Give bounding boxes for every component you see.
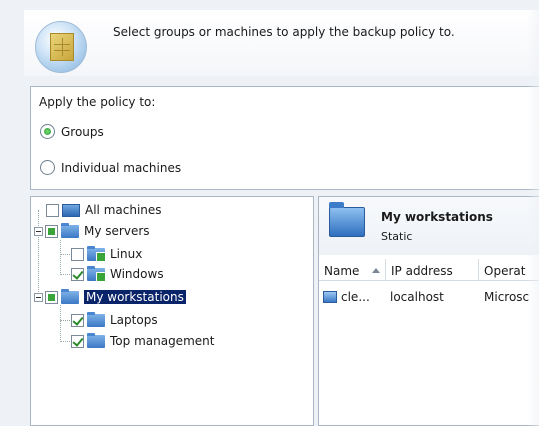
tree-item-windows[interactable]: Windows <box>71 265 164 283</box>
tree-connector <box>60 320 70 321</box>
radio-individual-machines-label: Individual machines <box>61 160 182 175</box>
radio-individual-machines-button[interactable] <box>40 160 55 175</box>
tree-item-label: Top management <box>110 334 215 348</box>
radio-groups[interactable]: Groups <box>40 124 104 139</box>
machine-icon <box>323 291 337 303</box>
folder-icon <box>61 288 79 304</box>
tree-item-label: My servers <box>84 224 150 238</box>
folder-icon <box>87 311 105 327</box>
column-divider[interactable] <box>385 259 386 281</box>
tree-connector <box>60 305 61 342</box>
column-header-name[interactable]: Name <box>324 264 359 278</box>
column-header-os[interactable]: Operat <box>484 264 525 278</box>
tree-item-my-servers[interactable]: My servers <box>34 222 150 240</box>
collapse-toggle-icon[interactable] <box>34 226 43 236</box>
collapse-toggle-icon[interactable] <box>34 292 43 302</box>
group-title: My workstations <box>381 210 493 224</box>
tree-item-all-machines[interactable]: All machines <box>46 201 162 219</box>
tree-item-label: All machines <box>85 203 162 217</box>
column-divider[interactable] <box>478 259 479 281</box>
column-header-ip[interactable]: IP address <box>391 264 453 278</box>
header-instruction: Select groups or machines to apply the b… <box>113 25 455 39</box>
tree-item-my-workstations[interactable]: My workstations <box>34 288 186 306</box>
folder-icon <box>87 332 105 348</box>
tree-checkbox[interactable] <box>71 247 84 261</box>
dynamic-group-icon <box>87 245 106 262</box>
tree-item-label: Laptops <box>110 313 158 327</box>
tree-connector <box>60 274 70 275</box>
all-machines-icon <box>62 203 80 217</box>
folder-icon <box>329 202 365 237</box>
apply-policy-label: Apply the policy to: <box>39 95 156 109</box>
tree-checkbox[interactable] <box>45 224 58 238</box>
tree-item-label: Windows <box>110 267 164 281</box>
tree-checkbox[interactable] <box>71 267 84 281</box>
tree-connector <box>60 254 70 255</box>
tree-checkbox[interactable] <box>71 313 84 327</box>
radio-individual-machines[interactable]: Individual machines <box>40 160 181 175</box>
radio-groups-label: Groups <box>61 124 104 139</box>
tree-item-label: My workstations <box>84 290 186 304</box>
tree-checkbox[interactable] <box>71 334 84 348</box>
sort-ascending-icon[interactable] <box>372 268 380 273</box>
tree-item-label: Linux <box>110 247 143 261</box>
wizard-header <box>24 10 539 76</box>
tree-connector <box>60 240 61 275</box>
tree-item-top-management[interactable]: Top management <box>71 332 214 350</box>
tree-checkbox[interactable] <box>45 290 58 304</box>
table-cell-name[interactable]: cle... <box>341 290 370 304</box>
folder-icon <box>61 222 79 238</box>
dynamic-group-icon <box>87 265 106 282</box>
radio-groups-button[interactable] <box>40 124 55 139</box>
group-type: Static <box>381 230 413 243</box>
policy-cube-icon <box>35 21 87 73</box>
tree-item-linux[interactable]: Linux <box>71 245 142 263</box>
tree-item-laptops[interactable]: Laptops <box>71 311 158 329</box>
table-cell-ip[interactable]: localhost <box>390 290 444 304</box>
tree-connector <box>60 341 70 342</box>
tree-checkbox[interactable] <box>46 203 59 217</box>
table-cell-os[interactable]: Microsc <box>484 290 529 304</box>
